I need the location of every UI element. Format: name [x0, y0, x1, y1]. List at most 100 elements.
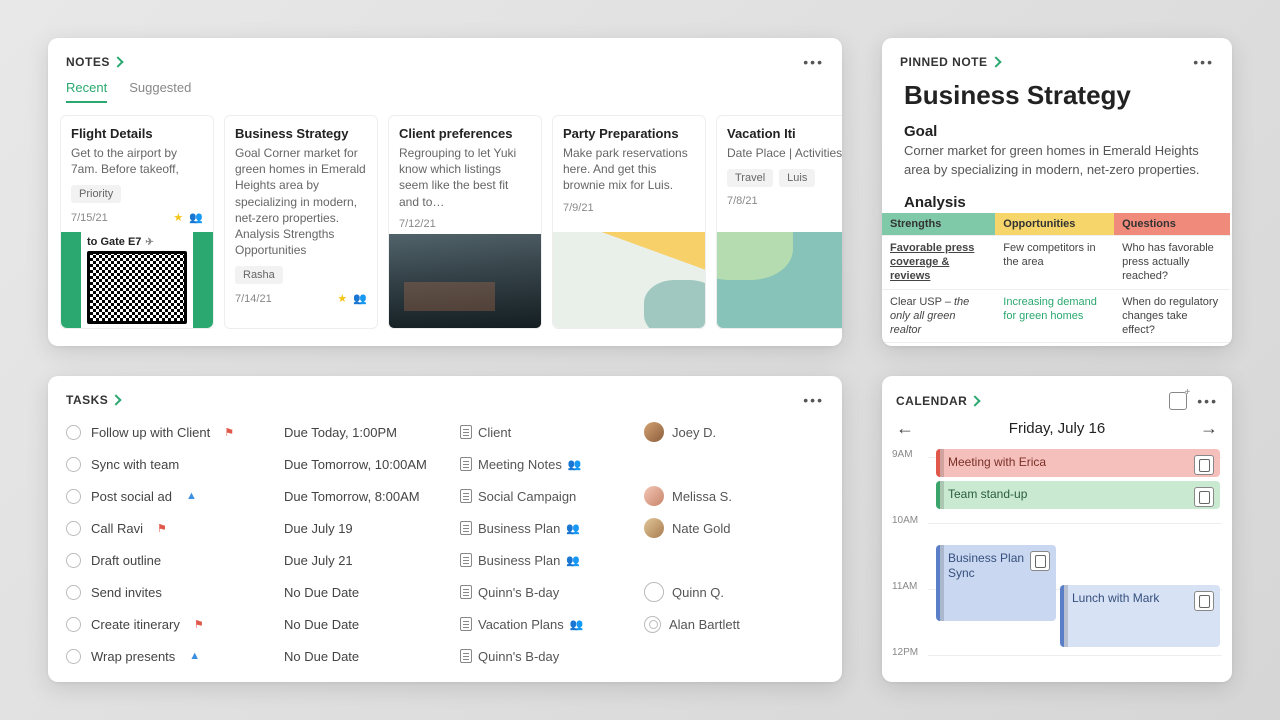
calendar-event[interactable]: Team stand-up [936, 481, 1220, 509]
task-checkbox[interactable] [66, 489, 81, 504]
task-note-link[interactable]: Quinn's B-day [478, 585, 559, 600]
avatar [644, 616, 661, 633]
goal-text: Corner market for green homes in Emerald… [882, 142, 1232, 188]
calendar-open-icon[interactable] [1169, 392, 1187, 410]
note-card[interactable]: Flight DetailsGet to the airport by 7am.… [60, 115, 214, 329]
note-card-title: Business Strategy [235, 126, 367, 141]
tab-suggested[interactable]: Suggested [129, 80, 191, 103]
hour-label: 11AM [892, 581, 917, 592]
task-title: Sync with team [91, 457, 179, 472]
note-card-excerpt: Regrouping to let Yuki know which listin… [399, 145, 531, 210]
note-link-icon[interactable] [1194, 455, 1214, 475]
shared-icon: 👥 [568, 458, 582, 471]
pinned-more-icon[interactable]: ••• [1193, 54, 1214, 70]
task-checkbox[interactable] [66, 553, 81, 568]
task-note-link[interactable]: Social Campaign [478, 489, 576, 504]
note-icon [460, 425, 472, 439]
task-title: Wrap presents [91, 649, 175, 664]
task-due: Due Tomorrow, 10:00AM [284, 457, 460, 472]
tasks-panel: TASKS ••• Follow up with Client⚑ Due Tod… [48, 376, 842, 682]
calendar-event[interactable]: Meeting with Erica [936, 449, 1220, 477]
calendar-timeline[interactable]: 9AM 10AM 11AM 12PM Meeting with Erica Te… [882, 445, 1232, 655]
shared-icon: 👥 [353, 292, 367, 305]
calendar-event[interactable]: Lunch with Mark [1060, 585, 1220, 647]
note-link-icon[interactable] [1194, 487, 1214, 507]
note-tag[interactable]: Rasha [235, 266, 283, 284]
task-note-link[interactable]: Meeting Notes [478, 457, 562, 472]
task-title: Post social ad [91, 489, 172, 504]
task-note-link[interactable]: Business Plan [478, 521, 560, 536]
task-due: Due Today, 1:00PM [284, 425, 460, 440]
note-tag[interactable]: Priority [71, 185, 121, 203]
task-note-link[interactable]: Client [478, 425, 511, 440]
map-thumb [553, 232, 705, 328]
task-note-link[interactable]: Quinn's B-day [478, 649, 559, 664]
task-row[interactable]: Call Ravi⚑ Due July 19 Business Plan👥 Na… [58, 512, 832, 544]
shared-icon: 👥 [570, 618, 584, 631]
note-icon [460, 585, 472, 599]
note-tag[interactable]: Luis [779, 169, 815, 187]
task-due: No Due Date [284, 649, 460, 664]
task-row[interactable]: Draft outline Due July 21 Business Plan👥 [58, 544, 832, 576]
task-checkbox[interactable] [66, 617, 81, 632]
calendar-title[interactable]: CALENDAR [896, 394, 967, 408]
task-row[interactable]: Post social ad▲ Due Tomorrow, 8:00AM Soc… [58, 480, 832, 512]
task-checkbox[interactable] [66, 457, 81, 472]
task-row[interactable]: Sync with team Due Tomorrow, 10:00AM Mee… [58, 448, 832, 480]
calendar-event[interactable]: Business Plan Sync [936, 545, 1056, 621]
tab-recent[interactable]: Recent [66, 80, 107, 103]
chevron-right-icon[interactable] [112, 395, 122, 405]
note-icon [460, 489, 472, 503]
notes-cards[interactable]: Flight DetailsGet to the airport by 7am.… [48, 103, 842, 329]
pinned-label[interactable]: PINNED NOTE [900, 55, 988, 69]
chevron-right-icon[interactable] [971, 396, 981, 406]
note-card[interactable]: Party PreparationsMake park reservations… [552, 115, 706, 329]
note-card-title: Party Preparations [563, 126, 695, 141]
notes-title[interactable]: NOTES [66, 55, 110, 69]
tasks-title[interactable]: TASKS [66, 393, 108, 407]
note-card[interactable]: Vacation Iti Date Place | Activities 5/Tr… [716, 115, 842, 329]
task-row[interactable]: Send invites No Due Date Quinn's B-day Q… [58, 576, 832, 608]
photo-thumb [389, 234, 541, 329]
task-checkbox[interactable] [66, 425, 81, 440]
task-row[interactable]: Follow up with Client⚑ Due Today, 1:00PM… [58, 416, 832, 448]
notes-tabs: Recent Suggested [48, 70, 842, 103]
qr-code-icon [87, 251, 187, 324]
task-checkbox[interactable] [66, 585, 81, 600]
chevron-right-icon[interactable] [114, 57, 124, 67]
note-icon [460, 521, 472, 535]
task-row[interactable]: Create itinerary⚑ No Due Date Vacation P… [58, 608, 832, 640]
note-card-title: Vacation Iti [727, 126, 842, 141]
note-link-icon[interactable] [1030, 551, 1050, 571]
flag-icon: ⚑ [224, 426, 234, 439]
calendar-next-icon[interactable]: → [1200, 418, 1218, 439]
task-assignee: Melissa S. [672, 489, 732, 504]
note-card-excerpt: Get to the airport by 7am. Before takeof… [71, 145, 203, 177]
note-link-icon[interactable] [1194, 591, 1214, 611]
task-note-link[interactable]: Vacation Plans [478, 617, 564, 632]
avatar [644, 518, 664, 538]
tasks-more-icon[interactable]: ••• [803, 392, 824, 408]
swot-cell: When do regulatory changes take effect? [1114, 289, 1230, 343]
note-tag[interactable]: Travel [727, 169, 773, 187]
analysis-table: StrengthsOpportunitiesQuestionsFavorable… [882, 213, 1230, 346]
chevron-right-icon[interactable] [992, 57, 1002, 67]
notes-more-icon[interactable]: ••• [803, 54, 824, 70]
shared-icon: 👥 [566, 522, 580, 535]
calendar-prev-icon[interactable]: ← [896, 418, 914, 439]
note-card[interactable]: Business StrategyGoal Corner market for … [224, 115, 378, 329]
task-title: Send invites [91, 585, 162, 600]
note-card-excerpt: Date Place | Activities 5/ [727, 145, 842, 161]
swot-cell: Few competitors in the area [995, 235, 1114, 289]
swot-header: Opportunities [995, 213, 1114, 236]
task-checkbox[interactable] [66, 521, 81, 536]
task-checkbox[interactable] [66, 649, 81, 664]
pinned-title: Business Strategy [882, 74, 1232, 117]
task-assignee: Alan Bartlett [669, 617, 740, 632]
task-note-link[interactable]: Business Plan [478, 553, 560, 568]
task-row[interactable]: Wrap presents▲ No Due Date Quinn's B-day [58, 640, 832, 672]
swot-cell: Clear USP – the only all green realtor [882, 289, 995, 343]
calendar-more-icon[interactable]: ••• [1197, 393, 1218, 409]
flag-icon: ⚑ [157, 522, 167, 535]
note-card[interactable]: Client preferencesRegrouping to let Yuki… [388, 115, 542, 329]
